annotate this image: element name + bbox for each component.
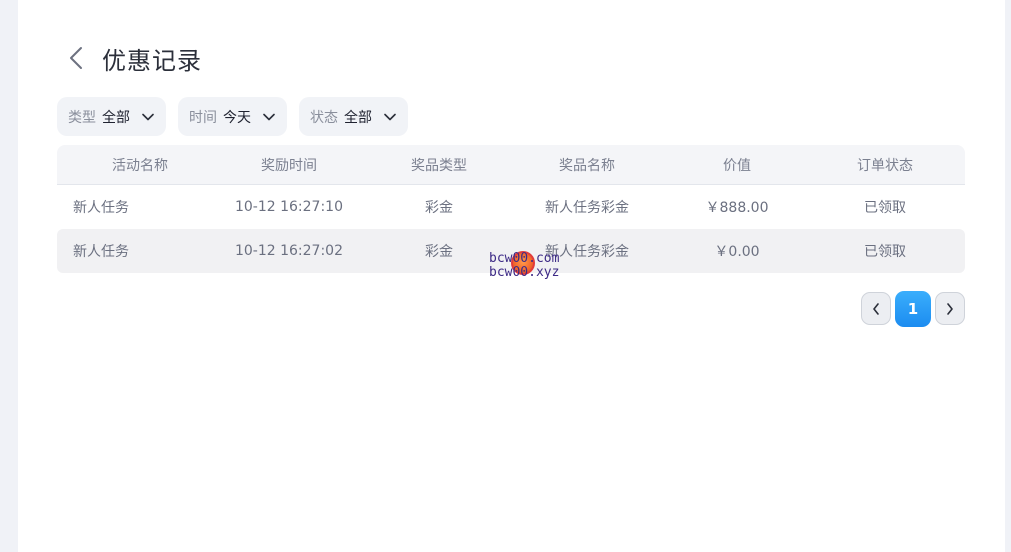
page-header: 优惠记录	[64, 40, 202, 76]
prev-page-button[interactable]	[861, 292, 891, 325]
chevron-right-icon	[947, 302, 953, 315]
table-cell: ￥888.00	[705, 200, 769, 216]
table-cell: ￥0.00	[714, 244, 760, 260]
filter-status-value: 全部	[344, 109, 372, 126]
filter-type-value: 全部	[102, 109, 130, 126]
watermark-text: bcw00.xyz	[489, 265, 560, 280]
pagination: 1	[861, 291, 965, 327]
filter-time-label: 时间	[189, 109, 217, 126]
table-cell: 新人任务	[73, 244, 129, 260]
table-header: 活动名称 奖励时间 奖品类型 奖品名称 价值 订单状态	[57, 145, 965, 185]
chevron-down-icon	[384, 113, 396, 121]
filter-status-label: 状态	[310, 109, 338, 126]
chevron-down-icon	[142, 113, 154, 121]
table-cell: 10-12 16:27:02	[234, 243, 343, 259]
chevron-left-icon	[70, 47, 82, 69]
page-title: 优惠记录	[102, 46, 202, 75]
next-page-button[interactable]	[935, 292, 965, 325]
table-row[interactable]: 新人任务 10-12 16:27:10 彩金 新人任务彩金 ￥888.00 已领…	[57, 185, 965, 229]
table-cell: 10-12 16:27:10	[234, 199, 343, 215]
chevron-down-icon	[263, 113, 275, 121]
table-cell: 彩金	[425, 200, 453, 216]
column-header: 奖励时间	[261, 157, 317, 174]
back-button[interactable]	[64, 43, 88, 73]
watermark: bcw00.com bcw00.xyz	[489, 249, 579, 283]
filter-bar: 类型 全部 时间 今天 状态 全部	[57, 97, 408, 136]
table-cell: 新人任务	[73, 200, 129, 216]
table-cell: 新人任务彩金	[545, 200, 629, 216]
filter-time-value: 今天	[223, 109, 251, 126]
column-header: 活动名称	[112, 157, 168, 174]
filter-type[interactable]: 类型 全部	[57, 97, 166, 136]
filter-time[interactable]: 时间 今天	[178, 97, 287, 136]
watermark-text: bcw00.com	[489, 251, 560, 266]
main-panel: 优惠记录 类型 全部 时间 今天 状态 全部 活动名称 奖励时间 奖品类型 奖品…	[18, 0, 1005, 552]
table-cell: 已领取	[864, 244, 906, 260]
column-header: 价值	[723, 157, 751, 174]
chevron-left-icon	[873, 302, 879, 315]
table-cell: 已领取	[864, 200, 906, 216]
column-header: 订单状态	[857, 157, 913, 174]
column-header: 奖品类型	[411, 157, 467, 174]
filter-status[interactable]: 状态 全部	[299, 97, 408, 136]
page-button-current[interactable]: 1	[895, 291, 931, 327]
column-header: 奖品名称	[559, 157, 615, 174]
filter-type-label: 类型	[68, 109, 96, 126]
